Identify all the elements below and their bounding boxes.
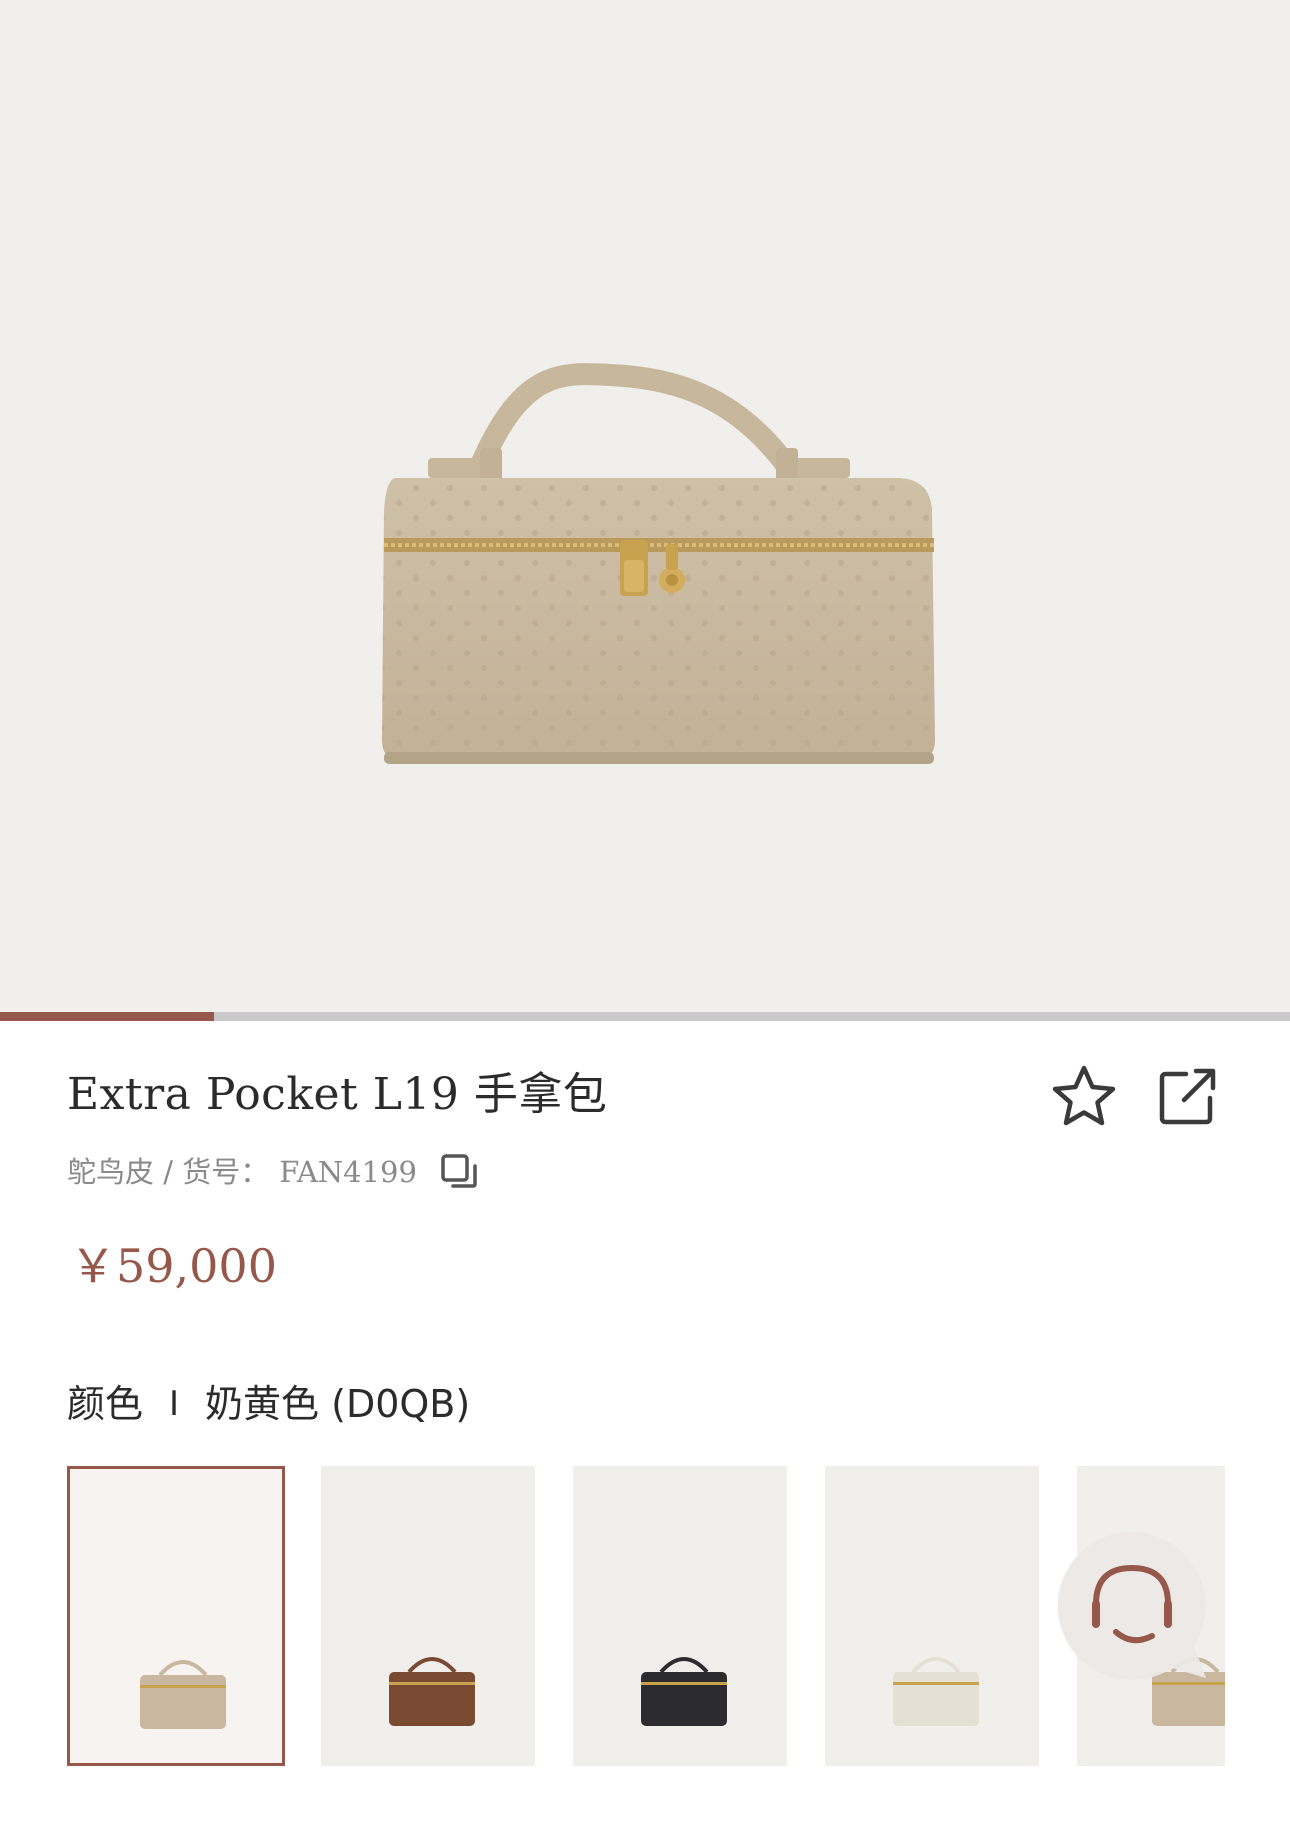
headset-icon [1057, 1531, 1206, 1680]
sku-value: FAN4199 [279, 1155, 417, 1189]
gallery-progress-fill [0, 1012, 215, 1021]
favorite-button[interactable] [1048, 1060, 1120, 1132]
swatch-bag-thumbnail [641, 1657, 727, 1726]
star-icon [1052, 1065, 1116, 1126]
copy-sku-button[interactable] [439, 1152, 479, 1192]
product-title: Extra Pocket L19 手拿包 [67, 1069, 608, 1120]
color-swatch[interactable] [67, 1466, 285, 1766]
selected-color-name: 奶黄色 (D0QB) [205, 1382, 471, 1426]
customer-service-button[interactable] [1054, 1528, 1210, 1684]
swatch-bag-thumbnail [893, 1657, 979, 1726]
swatch-bag-thumbnail [389, 1657, 475, 1726]
color-label: 颜色 [67, 1382, 144, 1426]
color-selector-label: 颜色 I 奶黄色 (D0QB) [67, 1374, 470, 1434]
color-swatch[interactable] [321, 1466, 535, 1766]
copy-icon [441, 1154, 477, 1188]
share-icon [1159, 1068, 1216, 1125]
color-swatch[interactable] [825, 1466, 1039, 1766]
share-button[interactable] [1152, 1060, 1224, 1132]
product-meta: 鸵鸟皮 / 货号： FAN4199 [67, 1148, 479, 1196]
swatch-bag-thumbnail [140, 1660, 226, 1729]
product-hero-image[interactable] [0, 0, 1290, 1012]
bag-illustration [382, 363, 935, 764]
gallery-progress-track [0, 1012, 1290, 1021]
color-separator: I [169, 1384, 180, 1424]
product-price: ￥59,000 [70, 1239, 277, 1293]
color-swatch[interactable] [573, 1466, 787, 1766]
material-sku-label: 鸵鸟皮 / 货号： [67, 1155, 270, 1189]
